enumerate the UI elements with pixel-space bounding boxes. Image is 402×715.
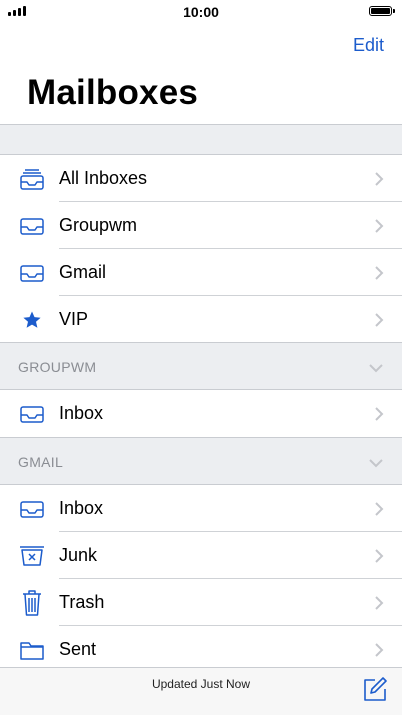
section-header-groupwm[interactable]: GROUPWM <box>0 342 402 390</box>
chevron-right-icon <box>374 595 384 616</box>
chevron-right-icon <box>374 171 384 192</box>
mailbox-label: All Inboxes <box>59 168 148 188</box>
update-status: Updated Just Now <box>151 677 251 691</box>
star-icon <box>18 307 46 333</box>
section-spacer <box>0 124 402 155</box>
section-header-gmail[interactable]: GMAIL <box>0 437 402 485</box>
mailbox-label: Groupwm <box>59 215 138 235</box>
inbox-tray-icon <box>18 401 46 427</box>
mailbox-row-vip[interactable]: VIP <box>0 296 402 343</box>
chevron-right-icon <box>374 501 384 522</box>
page-title: Mailboxes <box>27 73 199 112</box>
inbox-tray-icon <box>18 260 46 286</box>
chevron-right-icon <box>374 218 384 239</box>
chevron-right-icon <box>374 406 384 427</box>
mailbox-label: Gmail <box>59 262 107 282</box>
inbox-tray-icon <box>18 213 46 239</box>
section-title: GROUPWM <box>18 359 97 375</box>
mailbox-row-trash[interactable]: Trash <box>0 579 402 626</box>
mailbox-label: Trash <box>59 592 105 612</box>
bottom-toolbar: Updated Just Now <box>0 667 402 715</box>
mailbox-row-sent[interactable]: Sent <box>0 626 402 673</box>
mailbox-row-groupwm[interactable]: Groupwm <box>0 202 402 249</box>
chevron-right-icon <box>374 642 384 663</box>
mailbox-row-junk[interactable]: Junk <box>0 532 402 579</box>
status-time: 10:00 <box>183 4 219 20</box>
mailbox-label: Sent <box>59 639 97 659</box>
mailbox-label: Inbox <box>59 498 104 518</box>
section-title: GMAIL <box>18 454 64 470</box>
chevron-right-icon <box>374 265 384 286</box>
inbox-tray-icon <box>18 496 46 522</box>
junk-tray-icon <box>18 543 46 569</box>
mailbox-row-all-inboxes[interactable]: All Inboxes <box>0 155 402 202</box>
trash-icon <box>18 590 46 616</box>
all-inboxes-icon <box>18 166 46 192</box>
status-bar: 10:00 <box>0 0 402 24</box>
folder-icon <box>18 637 46 663</box>
mailbox-row-gmail[interactable]: Gmail <box>0 249 402 296</box>
chevron-right-icon <box>374 548 384 569</box>
mailbox-label: Inbox <box>59 403 104 423</box>
edit-button[interactable]: Edit <box>353 35 384 56</box>
chevron-down-icon[interactable] <box>368 360 384 378</box>
compose-icon[interactable] <box>362 676 388 707</box>
battery-icon <box>369 6 395 16</box>
mailbox-label: Junk <box>59 545 98 565</box>
mailbox-row-gmail-inbox[interactable]: Inbox <box>0 485 402 532</box>
mailbox-label: VIP <box>59 309 89 329</box>
chevron-right-icon <box>374 312 384 333</box>
mailbox-row-groupwm-inbox[interactable]: Inbox <box>0 390 402 437</box>
chevron-down-icon[interactable] <box>368 455 384 473</box>
